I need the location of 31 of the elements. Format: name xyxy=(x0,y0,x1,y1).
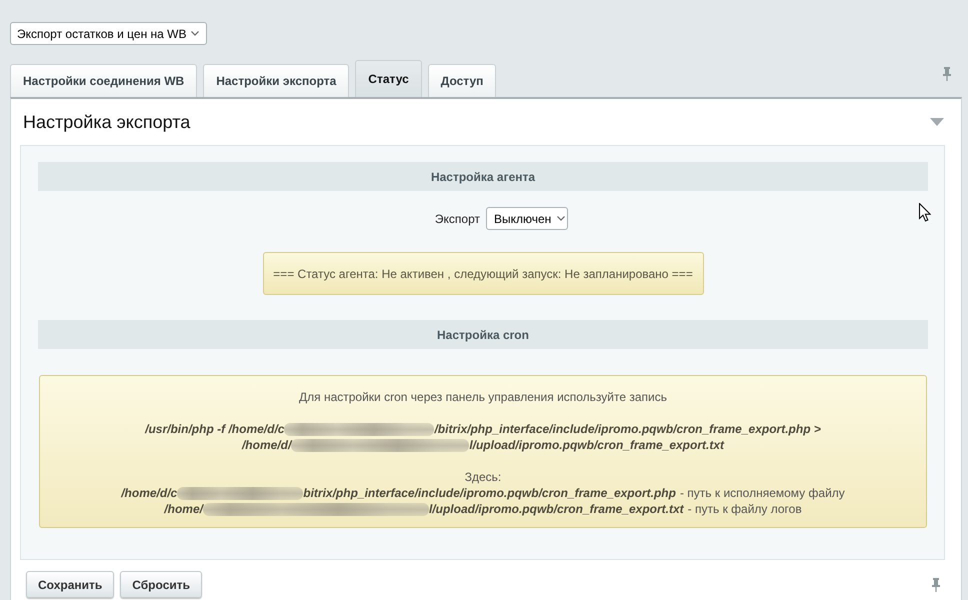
panel-title: Настройка экспорта xyxy=(23,112,190,132)
chevron-down-icon xyxy=(191,31,199,36)
mouse-pointer-icon xyxy=(919,203,931,222)
file-path: /home/ xyxy=(164,502,203,516)
command-text: /home/d/ xyxy=(242,438,292,452)
here-label: Здесь: xyxy=(464,470,502,484)
tab[interactable]: Настройки экспорта xyxy=(203,64,350,97)
command-text: l/upload/ipromo.pqwb/cron_frame_export.txt xyxy=(469,438,724,452)
command-text: /usr/bin/php -f /home/d/c xyxy=(145,422,284,436)
section-heading: Настройка cron xyxy=(38,320,928,349)
status-message: === Статус агента: Не активен , следующий запуск: Не запланировано === xyxy=(262,252,704,295)
chevron-down-icon xyxy=(557,216,566,221)
file-path: bitrix/php_interface/include/ipromo.pqwb/cron_frame_export.php xyxy=(303,486,676,500)
save-button[interactable]: Сохранить xyxy=(26,571,114,598)
path-description: - путь к исполняемому файлу xyxy=(680,486,845,500)
path-description: - путь к файлу логов xyxy=(688,502,802,516)
command-text: /bitrix/php_interface/include/ipromo.pqwb/cron_frame_export.php > xyxy=(434,422,821,436)
instruction-text: Для настройки cron через панель управления используйте запись xyxy=(299,390,667,404)
collapse-triangle-icon[interactable] xyxy=(930,118,944,126)
file-path: l/upload/ipromo.pqwb/cron_frame_export.txt xyxy=(428,502,684,516)
tab[interactable]: Доступ xyxy=(428,64,496,97)
reset-button[interactable]: Сбросить xyxy=(120,571,202,598)
file-path: /home/d/c xyxy=(121,486,178,500)
pin-icon[interactable] xyxy=(943,67,951,81)
field-label: Экспорт xyxy=(434,212,480,226)
tab[interactable]: Настройки соединения WB xyxy=(10,64,198,97)
section-heading: Настройка агента xyxy=(38,162,928,191)
pin-icon[interactable] xyxy=(932,578,940,592)
profile-select[interactable]: Экспорт остатков и цен на WB xyxy=(10,22,207,45)
tab[interactable]: Статус xyxy=(355,60,422,97)
export-select[interactable]: Выключен xyxy=(486,207,568,230)
